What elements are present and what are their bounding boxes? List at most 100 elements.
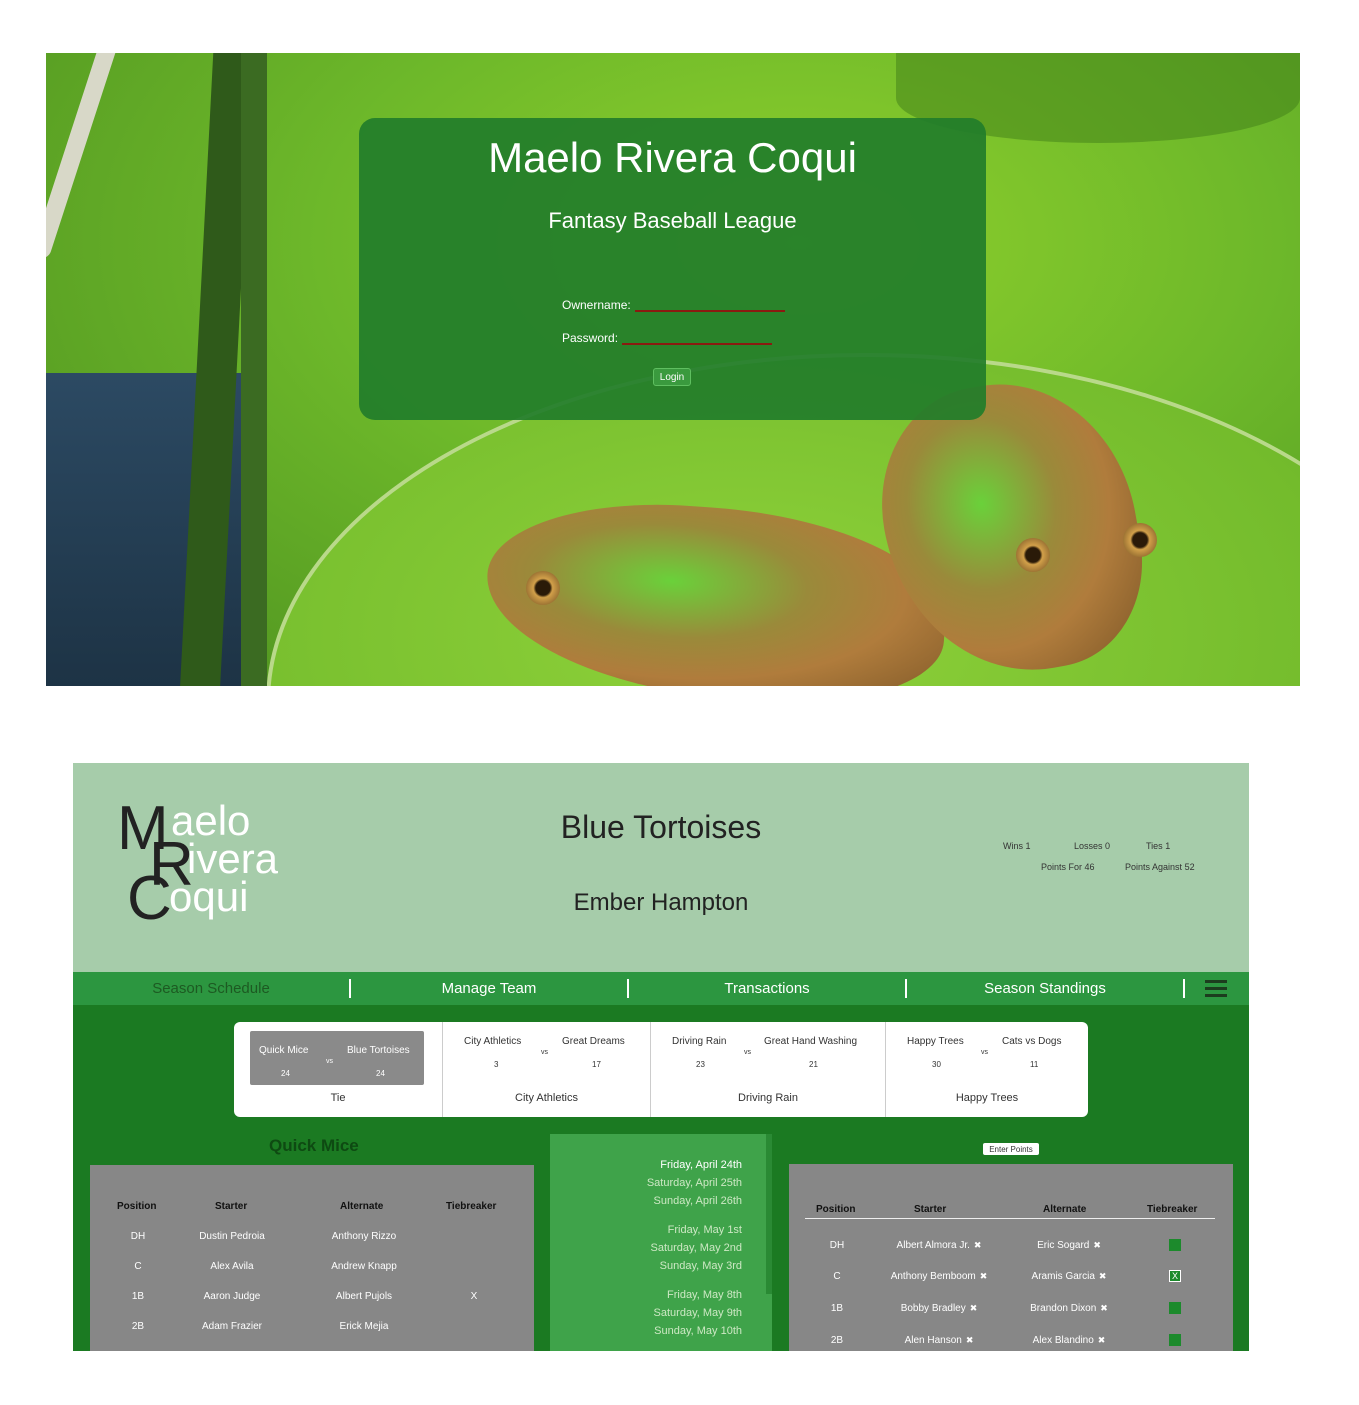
- roster-tiebreaker: X: [470, 1291, 478, 1302]
- matchup-card[interactable]: City Athletics vs Great Dreams 3 17 City…: [443, 1022, 651, 1117]
- col-header-alternate: Alternate: [340, 1201, 384, 1212]
- matchup-score1: 3: [494, 1060, 499, 1069]
- roster-starter: Anthony Bemboom ✖: [890, 1271, 988, 1282]
- schedule-date[interactable]: Saturday, May 2nd: [650, 1242, 742, 1254]
- remove-alternate-icon[interactable]: ✖: [1098, 1335, 1106, 1345]
- roster-starter: Alen Hanson ✖: [904, 1335, 974, 1346]
- matchup-score2: 17: [592, 1060, 601, 1069]
- season-schedule-list: Friday, April 24th Saturday, April 25th …: [550, 1134, 772, 1351]
- roster-position: 2B: [830, 1335, 844, 1346]
- password-input[interactable]: [622, 329, 773, 345]
- roster-starter: Aaron Judge: [203, 1291, 261, 1302]
- schedule-date[interactable]: Saturday, April 25th: [647, 1177, 742, 1189]
- schedule-date[interactable]: Sunday, May 3rd: [660, 1260, 742, 1272]
- password-label: Password:: [562, 331, 619, 345]
- matchup-result: Tie: [330, 1092, 346, 1104]
- schedule-date[interactable]: Saturday, May 9th: [654, 1307, 742, 1319]
- my-roster: Position Starter Alternate Tiebreaker DH…: [789, 1164, 1233, 1351]
- login-card: Maelo Rivera Coqui Fantasy Baseball Leag…: [359, 118, 986, 420]
- points-against-stat: Points Against 52: [1125, 862, 1195, 872]
- nav-season-schedule[interactable]: Season Schedule: [73, 980, 349, 997]
- roster-position: DH: [829, 1240, 845, 1251]
- hamburger-menu-icon[interactable]: [1205, 980, 1227, 997]
- remove-starter-icon[interactable]: ✖: [966, 1335, 974, 1345]
- roster-alternate: Brandon Dixon ✖: [1030, 1303, 1108, 1314]
- ownername-input[interactable]: [634, 296, 785, 312]
- nav-manage-team[interactable]: Manage Team: [351, 980, 627, 997]
- wins-stat: Wins 1: [1003, 841, 1031, 851]
- matchup-vs: vs: [981, 1049, 988, 1056]
- roster-position: C: [833, 1271, 841, 1282]
- matchup-vs: vs: [541, 1049, 548, 1056]
- schedule-date[interactable]: Friday, May 1st: [668, 1224, 742, 1236]
- login-subtitle: Fantasy Baseball League: [548, 208, 797, 233]
- points-for-stat: Points For 46: [1041, 862, 1095, 872]
- matchup-card[interactable]: Driving Rain vs Great Hand Washing 23 21…: [651, 1022, 886, 1117]
- roster-starter: Albert Almora Jr. ✖: [896, 1240, 982, 1251]
- col-header-starter: Starter: [215, 1201, 248, 1212]
- remove-starter-icon[interactable]: ✖: [980, 1271, 988, 1281]
- matchup-vs: vs: [326, 1058, 333, 1065]
- roster-position: DH: [130, 1231, 146, 1242]
- remove-alternate-icon[interactable]: ✖: [1099, 1271, 1107, 1281]
- login-button[interactable]: Login: [653, 368, 691, 386]
- reed-stalk: [46, 53, 120, 261]
- matchup-card[interactable]: Happy Trees vs Cats vs Dogs 30 11 Happy …: [886, 1022, 1088, 1117]
- roster-alternate: Aramis Garcia ✖: [1031, 1271, 1107, 1282]
- remove-starter-icon[interactable]: ✖: [970, 1303, 978, 1313]
- matchups-bar: Quick Mice vs Blue Tortoises 24 24 Tie C…: [234, 1022, 1088, 1117]
- tiebreaker-checkbox[interactable]: [1169, 1302, 1181, 1314]
- main-nav: Season Schedule Manage Team Transactions…: [73, 972, 1249, 1005]
- roster-position: 1B: [830, 1303, 844, 1314]
- nav-transactions[interactable]: Transactions: [629, 980, 905, 997]
- roster-alternate: Alex Blandino ✖: [1032, 1335, 1106, 1346]
- ownername-row: Ownername:: [562, 296, 785, 312]
- roster-starter: Alex Avila: [210, 1261, 254, 1272]
- col-header-alternate: Alternate: [1043, 1204, 1087, 1215]
- matchup-result: City Athletics: [515, 1092, 578, 1104]
- matchup-score2: 11: [1030, 1060, 1039, 1069]
- roster-alternate: Andrew Knapp: [331, 1261, 397, 1272]
- login-screen: Maelo Rivera Coqui Fantasy Baseball Leag…: [46, 53, 1300, 686]
- schedule-date[interactable]: Sunday, May 10th: [654, 1325, 742, 1337]
- matchup-result: Driving Rain: [738, 1092, 798, 1104]
- remove-alternate-icon[interactable]: ✖: [1093, 1240, 1101, 1250]
- tiebreaker-checkbox[interactable]: [1169, 1334, 1181, 1346]
- reed-stalk: [241, 53, 267, 686]
- roster-alternate: Anthony Rizzo: [331, 1231, 397, 1242]
- matchup-result: Happy Trees: [955, 1092, 1019, 1104]
- selected-matchup-highlight: Quick Mice vs Blue Tortoises 24 24: [250, 1031, 424, 1085]
- roster-position: 1B: [131, 1291, 145, 1302]
- frog-eye: [1016, 538, 1050, 572]
- col-header-tiebreaker: Tiebreaker: [446, 1201, 497, 1212]
- matchup-score1: 23: [696, 1060, 705, 1069]
- roster-position: C: [134, 1261, 142, 1272]
- remove-alternate-icon[interactable]: ✖: [1100, 1303, 1108, 1313]
- roster-alternate: Erick Mejia: [339, 1321, 389, 1332]
- ties-stat: Ties 1: [1146, 841, 1171, 851]
- losses-stat: Losses 0: [1074, 841, 1111, 851]
- nav-season-standings[interactable]: Season Standings: [907, 980, 1183, 997]
- frog-eye: [1123, 523, 1157, 557]
- enter-points-button[interactable]: Enter Points: [983, 1143, 1039, 1155]
- roster-starter: Dustin Pedroia: [199, 1231, 265, 1242]
- schedule-date[interactable]: Sunday, April 26th: [654, 1195, 742, 1207]
- matchup-score2: 24: [376, 1069, 385, 1078]
- login-title: Maelo Rivera Coqui: [488, 134, 857, 181]
- opponent-roster: Position Starter Alternate Tiebreaker DH…: [90, 1165, 534, 1351]
- col-header-starter: Starter: [914, 1204, 947, 1215]
- tiebreaker-checkbox[interactable]: [1169, 1239, 1181, 1251]
- tiebreaker-checkbox-checked[interactable]: X: [1169, 1270, 1181, 1282]
- roster-position: 2B: [131, 1321, 145, 1332]
- schedule-date[interactable]: Friday, May 8th: [667, 1289, 742, 1301]
- matchup-team2: Cats vs Dogs: [1002, 1036, 1062, 1047]
- matchup-team1: Driving Rain: [672, 1036, 727, 1047]
- opponent-team-title: Quick Mice: [269, 1136, 359, 1155]
- remove-starter-icon[interactable]: ✖: [974, 1240, 982, 1250]
- schedule-scrollbar[interactable]: [766, 1134, 772, 1294]
- schedule-date[interactable]: Friday, April 24th: [660, 1159, 742, 1171]
- roster-starter: Adam Frazier: [201, 1321, 262, 1332]
- roster-alternate: Eric Sogard ✖: [1037, 1240, 1101, 1251]
- matchup-card[interactable]: Quick Mice vs Blue Tortoises 24 24 Tie: [234, 1022, 443, 1117]
- dashboard: M aelo R ivera C oqui Blue Tortoises Emb…: [73, 763, 1249, 1351]
